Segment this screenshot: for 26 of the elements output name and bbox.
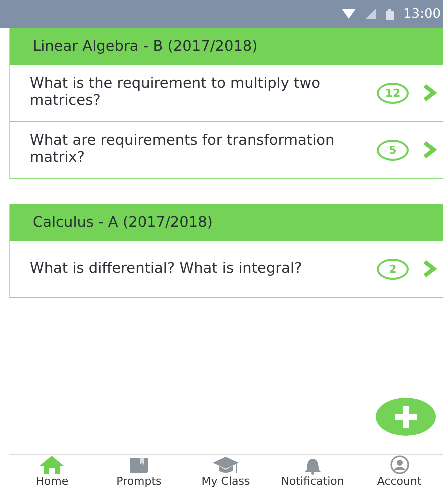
course-title: Calculus - A (2017/2018) [33, 214, 213, 230]
question-row[interactable]: What is differential? What is integral? 2 [10, 241, 443, 298]
plus-icon [393, 404, 419, 430]
nav-tab[interactable]: Notification [269, 455, 356, 493]
nav-tab[interactable]: Home [9, 455, 96, 493]
question-row[interactable]: What are requirements for transformation matrix? 5 [10, 122, 443, 179]
chevron-right-icon [423, 141, 437, 159]
question-text: What are requirements for transformation matrix? [30, 133, 336, 167]
course-title: Linear Algebra - B (2017/2018) [33, 38, 258, 54]
chevron-right-icon [423, 84, 437, 102]
count-badge: 12 [377, 82, 409, 104]
chevron-right-icon [423, 260, 437, 278]
nav-tab[interactable]: My Class [182, 455, 270, 493]
count-badge: 2 [377, 258, 409, 280]
question-row[interactable]: What is the requirement to multiply two matrices? 12 [10, 65, 443, 122]
wifi-icon [342, 9, 356, 19]
nav-tab[interactable]: Account [356, 455, 443, 493]
house-icon [38, 455, 66, 475]
question-text: What is differential? What is integral? [30, 260, 304, 278]
signal-icon [366, 9, 376, 19]
count-badge: 5 [377, 140, 409, 160]
graduation-cap-icon [212, 455, 240, 475]
question-text: What is the requirement to multiply two matrices? [30, 76, 322, 110]
status-time: 13:00 [404, 6, 441, 22]
battery-icon [386, 8, 394, 20]
nav-tab[interactable]: Prompts [96, 455, 183, 493]
